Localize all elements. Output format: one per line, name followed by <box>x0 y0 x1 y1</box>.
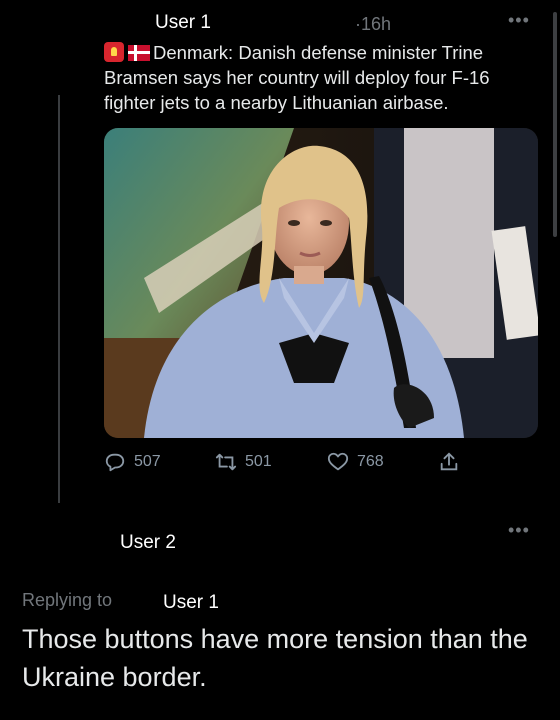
like-icon <box>327 452 349 471</box>
tweet-more-button[interactable]: ••• <box>508 10 530 31</box>
reply-author-name[interactable]: User 2 <box>120 532 176 554</box>
tweet-timestamp[interactable]: ·16h <box>355 14 391 35</box>
share-action[interactable] <box>438 450 468 474</box>
retweet-count: 501 <box>245 453 272 470</box>
tweet-author-name[interactable]: User 1 <box>155 12 211 34</box>
tweet-body: Denmark: Danish defense minister Trine B… <box>104 42 490 113</box>
replying-to-label: Replying to <box>22 590 113 610</box>
share-icon <box>440 452 458 471</box>
scrollbar-thumb[interactable] <box>553 12 557 237</box>
replying-to-user-link[interactable]: User 1 <box>163 592 219 614</box>
siren-emoji-icon <box>104 42 124 62</box>
tweet-text: Denmark: Danish defense minister Trine B… <box>104 40 544 115</box>
reply-count: 507 <box>134 453 161 470</box>
retweet-action[interactable]: 501 <box>215 450 272 474</box>
denmark-flag-icon <box>128 45 150 61</box>
reply-action[interactable]: 507 <box>104 450 161 474</box>
reply-more-button[interactable]: ••• <box>508 520 530 541</box>
thread-connector-line <box>58 95 60 503</box>
photo-illustration <box>104 128 538 438</box>
like-count: 768 <box>357 453 384 470</box>
reply-text: Those buttons have more tension than the… <box>22 624 528 692</box>
reply-icon <box>105 453 125 472</box>
retweet-icon <box>215 453 237 471</box>
tweet-photo[interactable] <box>104 128 538 438</box>
like-action[interactable]: 768 <box>327 450 384 474</box>
